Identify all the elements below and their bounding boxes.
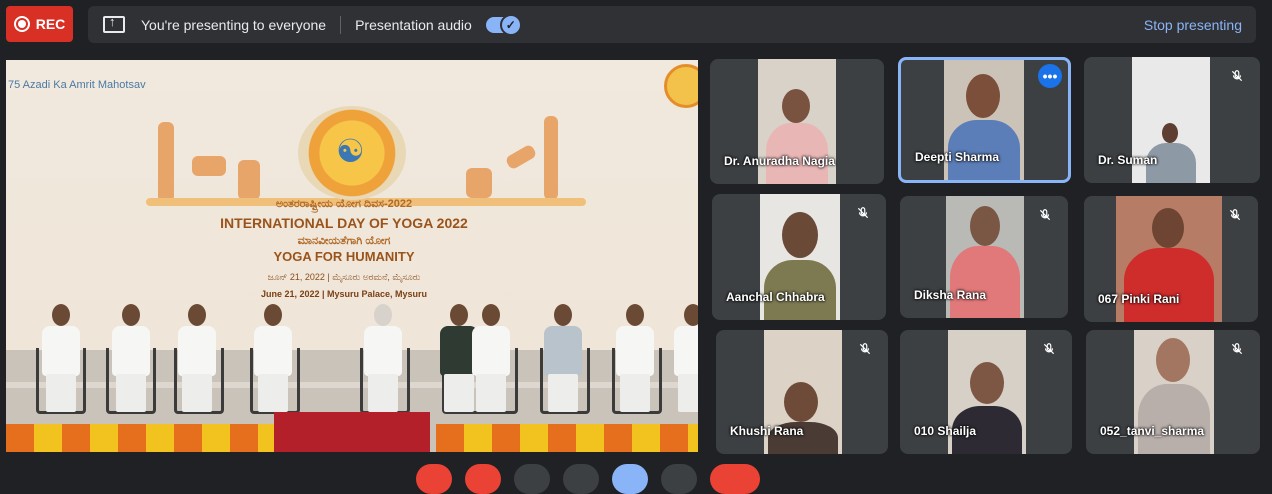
participant-tile[interactable]: 010 Shailja [900, 330, 1072, 454]
presentation-video[interactable]: 75 Azadi Ka Amrit Mahotsav ಅಂತರರಾಷ್ಟ್ರೀಯ… [6, 60, 698, 452]
record-icon [13, 16, 30, 32]
azadi-logo: 75 Azadi Ka Amrit Mahotsav [8, 79, 146, 91]
more-options-icon[interactable]: ••• [1038, 64, 1062, 88]
dignitary [612, 304, 658, 412]
participant-tile-active[interactable]: ••• Deepti Sharma [898, 57, 1071, 183]
yoga-figure [504, 143, 538, 171]
mic-off-icon [1226, 338, 1248, 360]
yoga-figure [544, 116, 558, 200]
stop-presenting-button[interactable]: Stop presenting [1144, 17, 1242, 33]
yoga-day-emblem [298, 106, 406, 200]
dignitary [540, 304, 586, 412]
seal-logo [664, 64, 698, 108]
mic-off-icon [1224, 204, 1246, 226]
flower-decoration [6, 424, 274, 452]
captions-button[interactable] [514, 464, 550, 494]
flower-decoration [436, 424, 698, 452]
present-screen-icon [103, 14, 125, 33]
dignitary [670, 304, 698, 412]
participant-tile[interactable]: Diksha Rana [900, 196, 1068, 318]
yoga-figure [466, 168, 492, 198]
event-subtitle: YOGA FOR HUMANITY [273, 249, 415, 264]
presenting-bar: You're presenting to everyone Presentati… [88, 6, 1256, 43]
more-options-button[interactable] [661, 464, 697, 494]
rec-label: REC [35, 16, 66, 32]
mic-off-icon [1034, 204, 1056, 226]
leave-call-button[interactable] [710, 464, 760, 494]
participant-name: 052_tanvi_sharma [1100, 424, 1205, 438]
check-icon: ✓ [499, 13, 522, 36]
kannada-title: ಅಂತರರಾಷ್ಟ್ರೀಯ ಯೋಗ ದಿವಸ-2022 [275, 198, 413, 210]
mic-off-icon [1038, 338, 1060, 360]
participant-tile[interactable]: Dr. Anuradha Nagia [710, 59, 884, 184]
divider [340, 15, 342, 34]
participant-tile[interactable]: Dr. Suman [1084, 57, 1260, 183]
present-now-button[interactable] [612, 464, 648, 494]
participant-name: Deepti Sharma [915, 150, 1000, 164]
event-date-venue: June 21, 2022 | Mysuru Palace, Mysuru [260, 289, 428, 299]
participant-name: Aanchal Chhabra [726, 290, 825, 304]
mic-off-icon [854, 338, 876, 360]
kannada-subtitle: ಮಾನವೀಯತೆಗಾಗಿ ಯೋಗ [297, 235, 391, 247]
dignitary [108, 304, 154, 412]
dignitary [360, 304, 406, 412]
top-bar: REC You're presenting to everyone Presen… [0, 0, 1272, 50]
kannada-date-venue: ಜೂನ್ 21, 2022 | ಮೈಸೂರು ಅರಮನೆ, ಮೈಸೂರು [267, 272, 421, 282]
raise-hand-button[interactable] [563, 464, 599, 494]
camera-button[interactable] [465, 464, 501, 494]
yoga-figure [158, 122, 174, 202]
presentation-audio-label: Presentation audio [355, 16, 472, 33]
yoga-figure [238, 160, 260, 200]
participant-tile[interactable]: 052_tanvi_sharma [1086, 330, 1260, 454]
presentation-audio-toggle[interactable]: ✓ [485, 13, 522, 36]
participant-name: 067 Pinki Rani [1098, 292, 1180, 306]
dignitary [468, 304, 514, 412]
participant-tile[interactable]: 067 Pinki Rani [1084, 196, 1258, 322]
participant-tile[interactable]: Khushi Rana [716, 330, 888, 454]
red-carpet [274, 412, 430, 452]
participant-name: Khushi Rana [730, 424, 804, 438]
recording-indicator[interactable]: REC [6, 6, 73, 42]
mic-off-icon [1226, 65, 1248, 87]
presenting-message: You're presenting to everyone [141, 16, 327, 33]
mic-off-icon [852, 202, 874, 224]
dignitary [250, 304, 296, 412]
participant-name: Dr. Suman [1098, 153, 1158, 167]
mic-button[interactable] [416, 464, 452, 494]
dignitary [38, 304, 84, 412]
participant-tile[interactable]: Aanchal Chhabra [712, 194, 886, 320]
yoga-figure [192, 156, 226, 176]
participant-name: Dr. Anuradha Nagia [724, 154, 835, 168]
participant-name: 010 Shailja [914, 424, 977, 438]
event-title: INTERNATIONAL DAY OF YOGA 2022 [220, 215, 468, 231]
dignitary [174, 304, 220, 412]
participant-name: Diksha Rana [914, 288, 987, 302]
